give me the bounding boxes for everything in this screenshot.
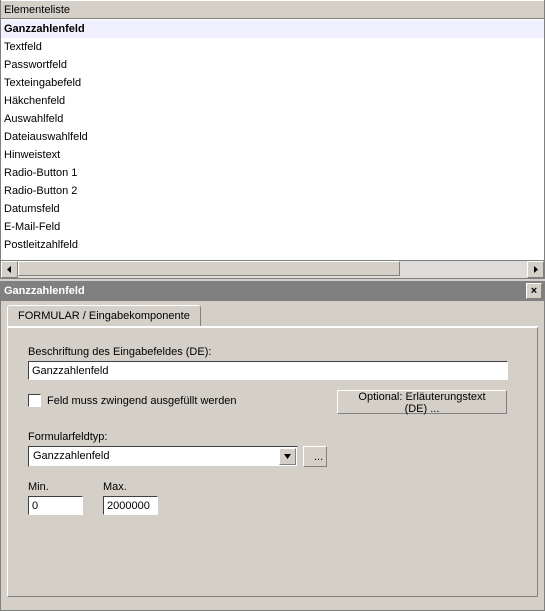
min-input[interactable] [28,496,83,515]
min-label: Min. [28,481,83,493]
tab-formular[interactable]: FORMULAR / Eingabekomponente [7,305,201,326]
max-label: Max. [103,481,158,493]
minmax-row: Min. Max. [28,481,517,515]
field-type-value: Ganzzahlenfeld [33,450,109,462]
list-item[interactable]: Texteingabefeld [1,74,544,92]
combo-drop-button[interactable] [279,448,296,465]
panel-title-bar: Ganzzahlenfeld × [0,281,545,301]
list-item[interactable]: Ganzzahlenfeld [1,20,544,38]
tab-strip: FORMULAR / Eingabekomponente [7,305,538,327]
required-checkbox[interactable] [28,394,41,407]
horizontal-scrollbar[interactable] [1,260,544,278]
window: Elementeliste GanzzahlenfeldTextfeldPass… [0,0,545,611]
list-item[interactable]: Häkchenfeld [1,92,544,110]
tab-label: FORMULAR / Eingabekomponente [18,310,190,322]
list-item[interactable]: Dateiauswahlfeld [1,128,544,146]
max-input[interactable] [103,496,158,515]
list-item[interactable]: Radio-Button 2 [1,182,544,200]
scroll-track[interactable] [18,261,527,278]
list-item[interactable]: Radio-Button 1 [1,164,544,182]
element-list-header: Elementeliste [1,0,544,19]
triangle-right-icon [532,266,539,273]
tab-body: Beschriftung des Eingabefeldes (DE): Opt… [7,327,538,597]
element-list-panel: Elementeliste GanzzahlenfeldTextfeldPass… [0,0,545,279]
list-item[interactable]: Hinweistext [1,146,544,164]
properties-panel: FORMULAR / Eingabekomponente Beschriftun… [0,301,545,611]
optional-text-button[interactable]: Optional: Erläuterungstext (DE) ... [337,390,507,414]
list-item[interactable]: Datumsfeld [1,200,544,218]
scroll-left-button[interactable] [1,261,18,278]
field-type-label: Formularfeldtyp: [28,431,517,443]
list-item[interactable]: Auswahlfeld [1,110,544,128]
scroll-thumb[interactable] [18,261,400,276]
triangle-down-icon [284,453,291,460]
list-item[interactable]: Passwortfeld [1,56,544,74]
close-button[interactable]: × [526,283,542,299]
field-type-combo[interactable]: Ganzzahlenfeld [28,446,298,467]
list-item[interactable]: E-Mail-Feld [1,218,544,236]
list-item[interactable]: Textfeld [1,38,544,56]
list-item[interactable]: Postleitzahlfeld [1,236,544,254]
required-label: Feld muss zwingend ausgefüllt werden [47,395,237,407]
field-caption-label: Beschriftung des Eingabefeldes (DE): [28,346,517,358]
field-type-more-button[interactable]: ... [303,446,327,467]
field-caption-input[interactable] [28,361,508,380]
close-icon: × [531,286,537,297]
element-list[interactable]: GanzzahlenfeldTextfeldPasswortfeldTextei… [1,19,544,260]
scroll-right-button[interactable] [527,261,544,278]
panel-title: Ganzzahlenfeld [4,285,85,297]
triangle-left-icon [6,266,13,273]
